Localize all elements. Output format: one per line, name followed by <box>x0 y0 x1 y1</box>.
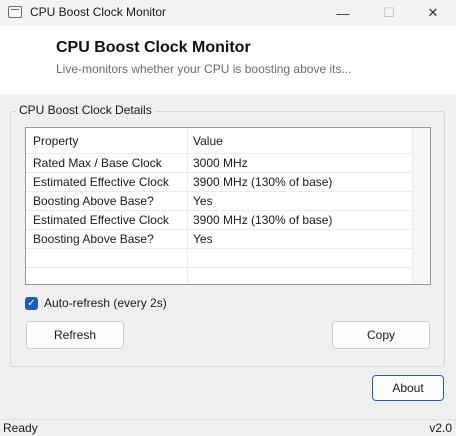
cell-property: Estimated Effective Clock <box>33 213 169 227</box>
cell-property: Estimated Effective Clock <box>33 175 169 189</box>
window-title: CPU Boost Clock Monitor <box>30 5 167 19</box>
vertical-scrollbar[interactable] <box>412 128 430 284</box>
header-title: CPU Boost Clock Monitor <box>56 39 251 56</box>
column-header-property[interactable]: Property <box>33 128 78 154</box>
cell-value: 3900 MHz (130% of base) <box>193 213 333 227</box>
main-content: CPU Boost Clock Details Property Value R… <box>0 94 456 419</box>
table-row[interactable]: Rated Max / Base Clock 3000 MHz <box>26 154 412 173</box>
table-row[interactable]: Estimated Effective Clock 3900 MHz (130%… <box>26 173 412 192</box>
version-label: v2.0 <box>429 421 452 435</box>
about-button[interactable]: About <box>372 375 444 401</box>
maximize-button[interactable]: ☐ <box>366 0 412 26</box>
minimize-button[interactable]: — <box>320 0 366 26</box>
cell-value: Yes <box>193 194 213 208</box>
status-bar: Ready v2.0 <box>0 419 456 436</box>
cell-property: Boosting Above Base? <box>33 194 154 208</box>
table-row[interactable]: Boosting Above Base? Yes <box>26 230 412 249</box>
auto-refresh-label[interactable]: Auto-refresh (every 2s) <box>44 296 167 310</box>
cell-value: 3900 MHz (130% of base) <box>193 175 333 189</box>
empty-row <box>26 249 412 268</box>
table-row[interactable]: Estimated Effective Clock 3900 MHz (130%… <box>26 211 412 230</box>
header-banner: CPU Boost Clock Monitor Live-monitors wh… <box>0 26 456 94</box>
listview-header-row: Property Value <box>26 128 412 154</box>
app-window-icon <box>8 6 22 18</box>
cell-value: Yes <box>193 232 213 246</box>
cell-property: Boosting Above Base? <box>33 232 154 246</box>
groupbox-label: CPU Boost Clock Details <box>16 103 155 117</box>
cell-value: 3000 MHz <box>193 156 248 170</box>
empty-row <box>26 268 412 284</box>
details-listview[interactable]: Property Value Rated Max / Base Clock 30… <box>25 127 431 285</box>
column-header-value[interactable]: Value <box>193 128 223 154</box>
auto-refresh-checkbox[interactable]: ✓ <box>25 296 38 310</box>
auto-refresh-toggle[interactable]: ✓ Auto-refresh (every 2s) <box>25 294 167 312</box>
close-button[interactable]: ✕ <box>410 0 456 26</box>
header-subtitle: Live-monitors whether your CPU is boosti… <box>56 62 352 76</box>
refresh-button[interactable]: Refresh <box>26 321 124 349</box>
table-row[interactable]: Boosting Above Base? Yes <box>26 192 412 211</box>
cell-property: Rated Max / Base Clock <box>33 156 162 170</box>
status-text: Ready <box>3 421 38 435</box>
title-bar: CPU Boost Clock Monitor — ☐ ✕ <box>0 0 456 26</box>
copy-button[interactable]: Copy <box>332 321 430 349</box>
